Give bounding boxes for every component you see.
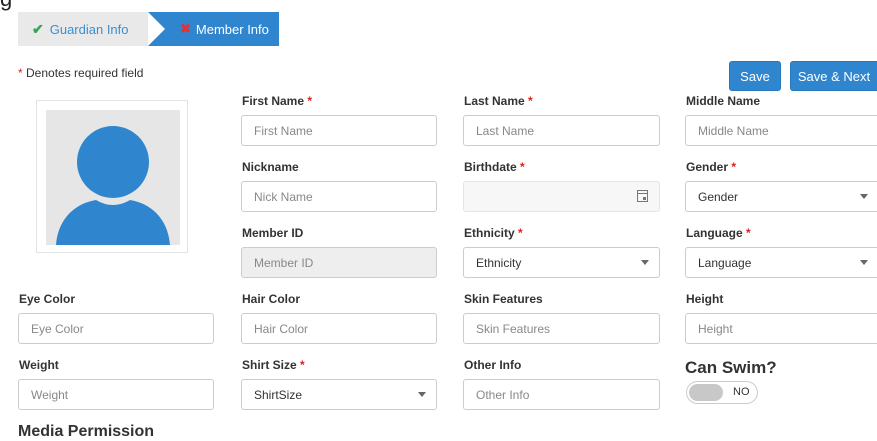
last-name-input[interactable]: Last Name — [463, 115, 660, 146]
birthdate-input[interactable] — [463, 181, 660, 212]
toggle-text: NO — [733, 386, 750, 398]
middle-name-label: Middle Name — [686, 94, 761, 108]
member-photo[interactable] — [36, 100, 188, 253]
required-star: * — [18, 66, 23, 80]
height-input[interactable]: Height — [685, 313, 877, 344]
other-info-label: Other Info — [464, 358, 522, 372]
chevron-down-icon — [641, 260, 649, 265]
first-name-input[interactable]: First Name — [241, 115, 437, 146]
nickname-label: Nickname — [242, 160, 299, 174]
gender-select[interactable]: Gender — [685, 181, 877, 212]
gender-label: Gender * — [686, 160, 737, 174]
step-label: Guardian Info — [49, 21, 129, 37]
required-note: * Denotes required field — [18, 66, 144, 80]
save-button[interactable]: Save — [729, 61, 781, 91]
chevron-down-icon — [418, 392, 426, 397]
shirt-size-label: Shirt Size * — [242, 358, 305, 372]
hair-color-input[interactable]: Hair Color — [241, 313, 437, 344]
step-label: Member Info — [195, 21, 269, 37]
ethnicity-select[interactable]: Ethnicity — [463, 247, 660, 278]
calendar-icon[interactable] — [637, 190, 648, 202]
language-select[interactable]: Language — [685, 247, 877, 278]
x-icon: ✖ — [180, 21, 191, 36]
skin-features-label: Skin Features — [464, 292, 543, 306]
weight-input[interactable]: Weight — [18, 379, 214, 410]
weight-label: Weight — [19, 358, 59, 372]
skin-features-input[interactable]: Skin Features — [463, 313, 660, 344]
eye-color-label: Eye Color — [19, 292, 76, 306]
height-label: Height — [686, 292, 724, 306]
can-swim-label: Can Swim? — [685, 358, 777, 377]
chevron-down-icon — [860, 260, 868, 265]
top-clipped-heading: g — [0, 0, 12, 10]
step-member-info[interactable]: ✖ Member Info — [148, 12, 279, 46]
member-id-label: Member ID — [242, 226, 304, 240]
birthdate-label: Birthdate * — [464, 160, 525, 174]
chevron-down-icon — [860, 194, 868, 199]
user-avatar-icon — [46, 110, 180, 245]
member-id-input: Member ID — [241, 247, 437, 278]
media-permission-heading: Media Permission — [18, 423, 155, 440]
hair-color-label: Hair Color — [242, 292, 301, 306]
ethnicity-label: Ethnicity * — [464, 226, 523, 240]
step-guardian-info[interactable]: ✔ Guardian Info — [18, 12, 165, 46]
shirt-size-select[interactable]: ShirtSize — [241, 379, 437, 410]
other-info-input[interactable]: Other Info — [463, 379, 660, 410]
eye-color-input[interactable]: Eye Color — [18, 313, 214, 344]
last-name-label: Last Name * — [464, 94, 533, 108]
language-label: Language * — [686, 226, 751, 240]
first-name-label: First Name * — [242, 94, 313, 108]
toggle-knob — [689, 384, 723, 401]
nickname-input[interactable]: Nick Name — [241, 181, 437, 212]
check-icon: ✔ — [32, 20, 44, 37]
save-next-button[interactable]: Save & Next — [790, 61, 877, 91]
middle-name-input[interactable]: Middle Name — [685, 115, 877, 146]
can-swim-toggle[interactable]: NO — [686, 381, 758, 404]
